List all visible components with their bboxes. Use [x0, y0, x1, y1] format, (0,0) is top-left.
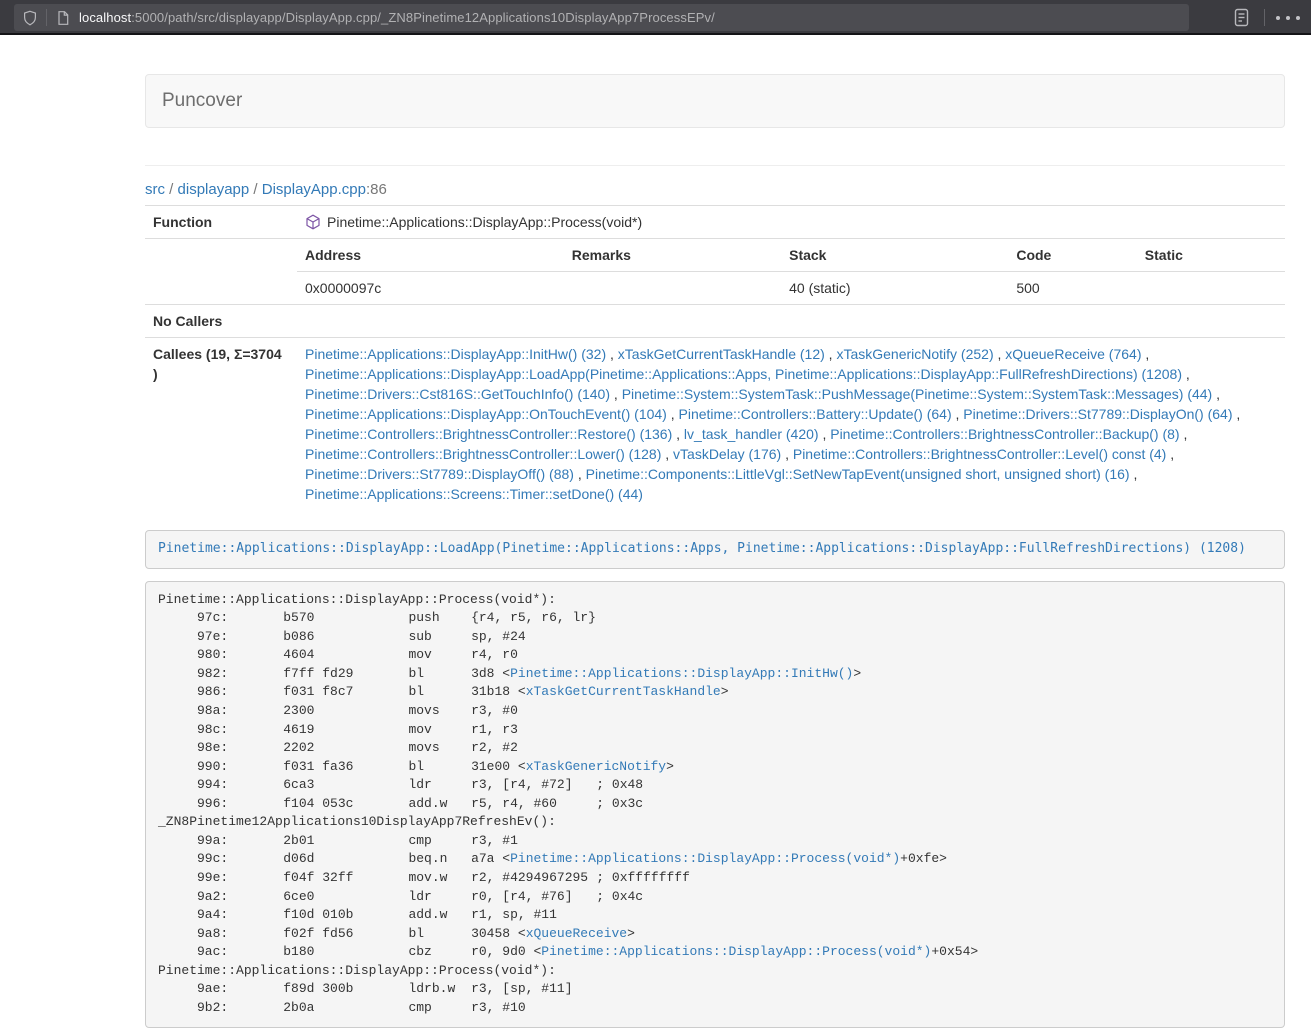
col-static: Static	[1137, 239, 1285, 272]
static-value	[1137, 272, 1285, 305]
breadcrumb-link[interactable]: DisplayApp.cpp	[262, 181, 366, 198]
breadcrumb-separator: /	[249, 181, 262, 198]
callee-link[interactable]: xTaskGetCurrentTaskHandle (12)	[618, 346, 825, 362]
assembly-symbol-link[interactable]: xTaskGetCurrentTaskHandle	[526, 684, 721, 699]
details-row: Address Remarks Stack Code Static 0x0000…	[145, 239, 1285, 305]
details-header-row: Address Remarks Stack Code Static	[297, 239, 1285, 272]
assembly-symbol-link[interactable]: Pinetime::Applications::DisplayApp::Proc…	[510, 851, 900, 866]
address-value: 0x0000097c	[297, 272, 564, 305]
callees-list: Pinetime::Applications::DisplayApp::Init…	[297, 338, 1285, 511]
url-host: localhost	[79, 10, 131, 25]
browser-toolbar: localhost:5000/path/src/displayapp/Displ…	[0, 0, 1311, 35]
callee-link[interactable]: Pinetime::Controllers::BrightnessControl…	[305, 446, 661, 462]
callee-link[interactable]: Pinetime::Applications::DisplayApp::Init…	[305, 346, 606, 362]
cube-icon	[305, 214, 321, 230]
assembly-symbol-link[interactable]: Pinetime::Applications::DisplayApp::Init…	[510, 666, 853, 681]
assembly-symbol-link[interactable]: xTaskGenericNotify	[526, 759, 666, 774]
url-bar[interactable]: localhost:5000/path/src/displayapp/Displ…	[14, 4, 1189, 31]
assembly-code: Pinetime::Applications::DisplayApp::Proc…	[158, 592, 978, 1015]
assembly-symbol-link[interactable]: xQueueReceive	[526, 926, 627, 941]
breadcrumb-link[interactable]: displayapp	[178, 181, 250, 198]
callee-link[interactable]: Pinetime::Controllers::BrightnessControl…	[793, 446, 1166, 462]
callee-link[interactable]: Pinetime::Applications::Screens::Timer::…	[305, 486, 643, 502]
no-callers-label: No Callers	[145, 305, 297, 338]
callee-link[interactable]: lv_task_handler (420)	[684, 426, 819, 442]
callee-link[interactable]: Pinetime::System::SystemTask::PushMessag…	[622, 386, 1213, 402]
disassembly-box: Pinetime::Applications::DisplayApp::Proc…	[145, 581, 1285, 1028]
breadcrumb-link[interactable]: src	[145, 181, 165, 198]
no-callers-row: No Callers	[145, 305, 1285, 338]
col-remarks: Remarks	[564, 239, 781, 272]
callee-link[interactable]: xTaskGenericNotify (252)	[836, 346, 993, 362]
stack-value: 40 (static)	[781, 272, 1008, 305]
callee-link[interactable]: Pinetime::Applications::DisplayApp::OnTo…	[305, 406, 667, 422]
highlighted-symbol-box: Pinetime::Applications::DisplayApp::Load…	[145, 530, 1285, 569]
assembly-symbol-link[interactable]: Pinetime::Applications::DisplayApp::Proc…	[541, 944, 931, 959]
callee-link[interactable]: Pinetime::Controllers::BrightnessControl…	[830, 426, 1179, 442]
col-code: Code	[1008, 239, 1136, 272]
col-address: Address	[297, 239, 564, 272]
callee-link[interactable]: Pinetime::Components::LittleVgl::SetNewT…	[586, 466, 1130, 482]
toolbar-actions	[1226, 0, 1303, 35]
app-header: Puncover	[145, 74, 1285, 128]
url-text[interactable]: localhost:5000/path/src/displayapp/Displ…	[79, 10, 715, 25]
symbol-table: Function Pinetime::Applications::Display…	[145, 205, 1285, 510]
breadcrumb-suffix: :86	[366, 181, 387, 198]
callee-link[interactable]: Pinetime::Controllers::Battery::Update()…	[679, 406, 952, 422]
url-path: :5000/path/src/displayapp/DisplayApp.cpp…	[131, 10, 715, 25]
breadcrumb-separator: /	[165, 181, 178, 198]
function-label: Function	[145, 206, 297, 239]
callee-link[interactable]: Pinetime::Applications::DisplayApp::Load…	[305, 366, 1182, 382]
details-value-row: 0x0000097c 40 (static) 500	[297, 272, 1285, 305]
page-container: Puncover src / displayapp / DisplayApp.c…	[145, 74, 1285, 1028]
shield-icon[interactable]	[22, 10, 38, 26]
col-stack: Stack	[781, 239, 1008, 272]
breadcrumb: src / displayapp / DisplayApp.cpp:86	[145, 179, 1285, 200]
page-icon[interactable]	[55, 10, 71, 26]
breadcrumb-links: src / displayapp / DisplayApp.cpp	[145, 181, 366, 198]
callees-row: Callees (19, Σ=3704 ) Pinetime::Applicat…	[145, 338, 1285, 511]
function-row: Function Pinetime::Applications::Display…	[145, 206, 1285, 239]
toolbar-separator	[1264, 9, 1265, 26]
code-value: 500	[1008, 272, 1136, 305]
urlbar-separator	[46, 9, 47, 26]
app-brand[interactable]: Puncover	[162, 90, 242, 112]
details-table: Address Remarks Stack Code Static 0x0000…	[297, 239, 1285, 304]
callee-link[interactable]: vTaskDelay (176)	[673, 446, 781, 462]
highlighted-symbol-link[interactable]: Pinetime::Applications::DisplayApp::Load…	[158, 541, 1246, 556]
callee-link[interactable]: Pinetime::Drivers::Cst816S::GetTouchInfo…	[305, 386, 610, 402]
reader-mode-icon[interactable]	[1226, 4, 1256, 32]
remarks-value	[564, 272, 781, 305]
function-name: Pinetime::Applications::DisplayApp::Proc…	[327, 212, 642, 232]
overflow-menu-icon[interactable]	[1273, 4, 1303, 32]
callee-link[interactable]: Pinetime::Drivers::St7789::DisplayOn() (…	[963, 406, 1232, 422]
callee-link[interactable]: xQueueReceive (764)	[1005, 346, 1141, 362]
divider	[145, 165, 1285, 166]
callees-label: Callees (19, Σ=3704 )	[145, 338, 297, 511]
callee-link[interactable]: Pinetime::Drivers::St7789::DisplayOff() …	[305, 466, 574, 482]
callee-link[interactable]: Pinetime::Controllers::BrightnessControl…	[305, 426, 672, 442]
